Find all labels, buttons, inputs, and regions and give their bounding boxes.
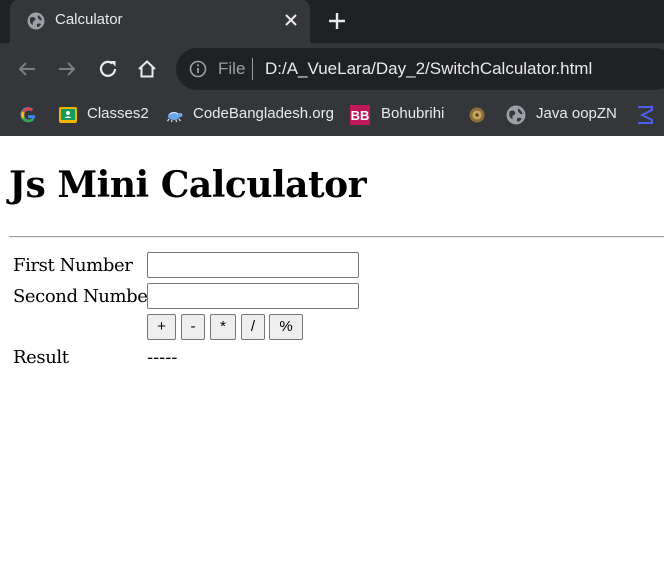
tab-calculator[interactable]: Calculator — [10, 0, 310, 43]
tab-strip: Calculator — [0, 0, 664, 43]
globe-icon — [27, 12, 45, 30]
google-icon — [20, 107, 36, 123]
browser-toolbar: File D:/A_VueLara/Day_2/SwitchCalculator… — [0, 43, 664, 95]
home-icon[interactable] — [136, 58, 158, 80]
emblem-icon — [469, 107, 485, 123]
globe-icon — [506, 105, 526, 125]
bookmark-bohubrihi[interactable]: BB Bohubrihi — [350, 104, 450, 126]
bookmark-emblem[interactable] — [467, 104, 487, 126]
bookmark-codebangladesh[interactable]: CodeBangladesh.org — [164, 104, 334, 126]
subtract-button[interactable]: - — [181, 314, 205, 340]
reload-icon[interactable] — [97, 58, 119, 80]
add-button[interactable]: + — [147, 314, 176, 340]
bookmark-label: CodeBangladesh.org — [193, 105, 334, 122]
forward-arrow-icon[interactable] — [56, 58, 78, 80]
close-icon[interactable] — [281, 10, 301, 30]
modulo-button[interactable]: % — [269, 314, 303, 340]
classroom-icon — [59, 107, 77, 123]
bookmark-google[interactable] — [18, 104, 40, 126]
second-number-label: Second Number — [13, 286, 156, 307]
bookmark-label: Java oopZN — [536, 105, 617, 122]
bookmark-label: Bohubrihi — [381, 105, 445, 122]
address-bar[interactable]: File D:/A_VueLara/Day_2/SwitchCalculator… — [176, 48, 664, 90]
tab-title: Calculator — [55, 11, 123, 28]
address-separator — [252, 58, 253, 80]
sigma-icon — [638, 106, 653, 124]
bb-logo-icon: BB — [350, 105, 370, 125]
back-arrow-icon[interactable] — [16, 58, 38, 80]
horizontal-rule — [9, 236, 664, 238]
bookmark-label: Classes2 — [87, 105, 149, 122]
svg-text:BB: BB — [351, 108, 370, 123]
result-label: Result — [13, 347, 69, 368]
info-icon[interactable] — [189, 60, 207, 78]
first-number-label: First Number — [13, 255, 133, 276]
bookmarks-bar: Classes2 CodeBangladesh.org BB Bohubrihi — [0, 95, 664, 136]
bookmark-sigma[interactable] — [636, 104, 656, 126]
new-tab-icon[interactable] — [326, 10, 348, 32]
bookmark-classes2[interactable]: Classes2 — [58, 104, 149, 126]
first-number-input[interactable] — [147, 252, 359, 278]
url-text[interactable]: D:/A_VueLara/Day_2/SwitchCalculator.html — [265, 59, 592, 79]
multiply-button[interactable]: * — [210, 314, 236, 340]
divide-button[interactable]: / — [241, 314, 265, 340]
page-title: Js Mini Calculator — [9, 164, 367, 206]
result-value: ----- — [147, 347, 178, 368]
turtle-icon — [167, 112, 183, 123]
second-number-input[interactable] — [147, 283, 359, 309]
url-scheme: File — [218, 59, 246, 78]
bookmark-java-oopzn[interactable]: Java oopZN — [506, 104, 621, 126]
